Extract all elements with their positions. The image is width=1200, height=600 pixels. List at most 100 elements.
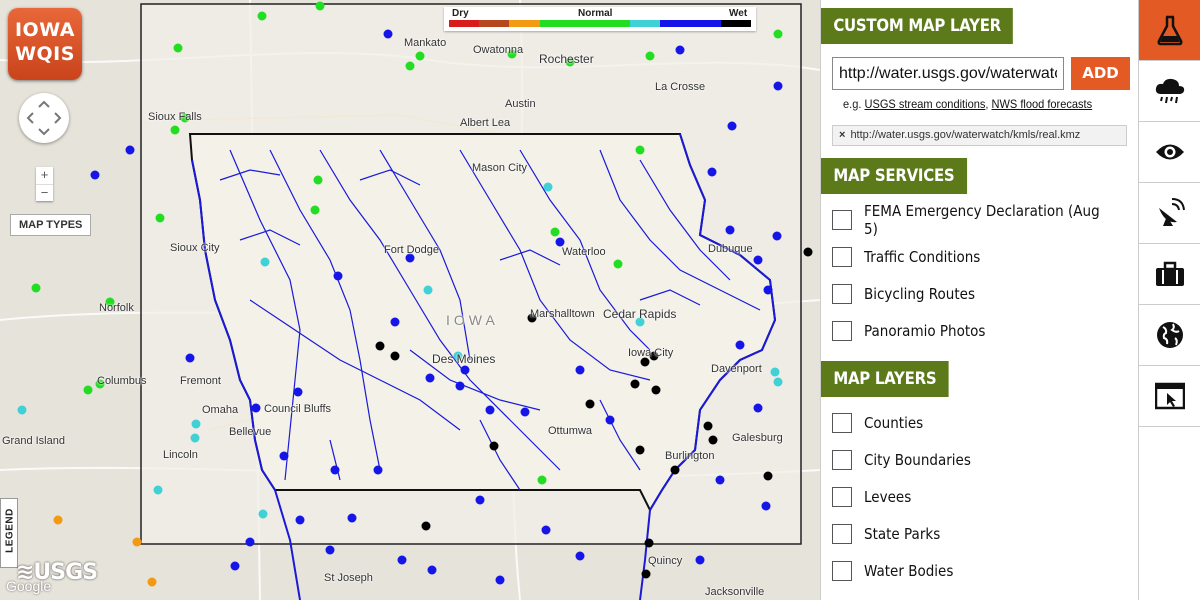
nws-flood-forecasts-link[interactable]: NWS flood forecasts	[992, 97, 1093, 111]
map-layers-title: MAP LAYERS	[821, 361, 949, 397]
map-label: Fremont	[180, 375, 221, 387]
layer-option-water-bodies[interactable]: Water Bodies	[832, 559, 963, 583]
remove-layer-icon[interactable]: ×	[839, 129, 845, 141]
checkbox[interactable]	[832, 284, 852, 304]
add-layer-button[interactable]: ADD	[1071, 57, 1130, 90]
layer-option-levees[interactable]: Levees	[832, 485, 916, 509]
map-label: Sioux City	[170, 242, 220, 254]
embed-tab[interactable]	[1139, 366, 1200, 427]
legend-tab[interactable]: LEGEND	[0, 498, 18, 568]
checkbox[interactable]	[832, 413, 852, 433]
map-label: Mankato	[404, 37, 447, 49]
scale-color-segment	[479, 20, 510, 27]
map-label: Des Moines	[432, 352, 496, 366]
map-services-title: MAP SERVICES	[821, 158, 967, 194]
checkbox[interactable]	[832, 561, 852, 581]
pan-arrows-icon	[26, 100, 62, 136]
scale-dry-label: Dry	[452, 8, 469, 19]
option-label: City Boundaries	[864, 451, 971, 469]
checkbox[interactable]	[832, 487, 852, 507]
view-tab[interactable]	[1139, 122, 1200, 183]
example-links: e.g. USGS stream conditions, NWS flood f…	[843, 97, 1092, 111]
map-label: St Joseph	[324, 572, 373, 584]
option-label: Counties	[864, 414, 924, 432]
layer-option-state-parks[interactable]: State Parks	[832, 522, 949, 546]
eye-icon	[1156, 144, 1184, 160]
checkbox[interactable]	[832, 321, 852, 341]
sensors-tab[interactable]	[1139, 183, 1200, 244]
checkbox[interactable]	[832, 247, 852, 267]
service-option-bicycling[interactable]: Bicycling Routes	[832, 282, 987, 306]
layer-option-counties[interactable]: Counties	[832, 411, 930, 435]
precipitation-tab[interactable]	[1139, 61, 1200, 122]
legend-tab-label: LEGEND	[4, 508, 16, 553]
scale-color-bar	[449, 20, 752, 27]
map-label: Burlington	[665, 450, 715, 462]
checkbox[interactable]	[832, 524, 852, 544]
eg-prefix: e.g.	[843, 97, 862, 111]
scale-color-segment	[569, 20, 601, 27]
flask-icon	[1157, 15, 1183, 46]
service-option-traffic[interactable]: Traffic Conditions	[832, 245, 993, 269]
scale-color-segment	[660, 20, 691, 27]
map-label: Omaha	[202, 404, 239, 416]
map-canvas[interactable]: Mankato Owatonna Rochester Sioux Falls A…	[0, 0, 820, 600]
option-label: Panoramio Photos	[864, 322, 986, 340]
map-label: La Crosse	[655, 81, 706, 93]
briefcase-icon	[1156, 261, 1184, 286]
scale-normal-label: Normal	[578, 8, 613, 19]
service-option-fema[interactable]: FEMA Emergency Declaration (Aug 5)	[832, 202, 1138, 238]
map-label: Waterloo	[562, 246, 606, 258]
google-logo: Google	[6, 578, 52, 594]
active-layer-url: http://water.usgs.gov/waterwatch/kmls/re…	[850, 129, 1081, 141]
map-label: Fort Dodge	[384, 244, 440, 256]
map-label: Council Bluffs	[264, 403, 332, 415]
scale-color-segment	[509, 20, 540, 27]
layer-option-city-boundaries[interactable]: City Boundaries	[832, 448, 983, 472]
map-label: Lincoln	[163, 449, 198, 461]
map-label: Cedar Rapids	[603, 307, 677, 321]
map-label: Bellevue	[229, 426, 272, 438]
map-label: Grand Island	[2, 435, 65, 447]
option-label: Traffic Conditions	[864, 248, 981, 266]
map-label: IOWA	[446, 312, 499, 328]
map-label: Austin	[505, 98, 536, 110]
scale-color-segment	[720, 20, 752, 27]
custom-layer-url-input[interactable]	[832, 57, 1064, 90]
globe-icon	[1157, 322, 1183, 348]
pan-control[interactable]	[19, 93, 69, 143]
map-label: Jacksonville	[705, 586, 765, 598]
option-label: Bicycling Routes	[864, 285, 975, 303]
service-option-panoramio[interactable]: Panoramio Photos	[832, 319, 999, 343]
option-label: Levees	[864, 488, 912, 506]
custom-layer-title: CUSTOM MAP LAYER	[821, 8, 1014, 44]
checkbox[interactable]	[832, 450, 852, 470]
map-label: Davenport	[711, 363, 762, 375]
satellite-dish-icon	[1159, 198, 1185, 226]
rain-cloud-icon	[1155, 78, 1185, 104]
water-quality-tab[interactable]	[1139, 0, 1200, 61]
map-label: Marshalltown	[530, 308, 595, 320]
checkbox[interactable]	[832, 210, 852, 230]
logo-line2: WQIS	[15, 43, 75, 65]
zoom-control: + −	[36, 167, 53, 201]
logo-line1: IOWA	[14, 19, 76, 41]
map-label: Owatonna	[473, 44, 524, 56]
app-logo[interactable]: IOWA WQIS	[8, 8, 82, 80]
scale-color-segment	[539, 20, 570, 27]
scale-color-segment	[449, 20, 480, 27]
toolkit-tab[interactable]	[1139, 244, 1200, 305]
option-label: State Parks	[864, 525, 941, 543]
scale-wet-label: Wet	[729, 8, 748, 19]
custom-layer-header: CUSTOM MAP LAYER	[821, 8, 1039, 44]
zoom-out-button[interactable]: −	[36, 184, 53, 202]
zoom-in-button[interactable]: +	[36, 167, 53, 184]
condition-scale-legend: Dry Normal Wet	[444, 7, 756, 31]
scale-color-segment	[690, 20, 721, 27]
map-types-button[interactable]: MAP TYPES	[10, 214, 92, 236]
map-label: Columbus	[97, 375, 147, 387]
map-label: Galesburg	[732, 432, 783, 444]
usgs-stream-conditions-link[interactable]: USGS stream conditions	[864, 97, 985, 111]
map-label: Mason City	[472, 162, 528, 174]
basemap-tab[interactable]	[1139, 305, 1200, 366]
